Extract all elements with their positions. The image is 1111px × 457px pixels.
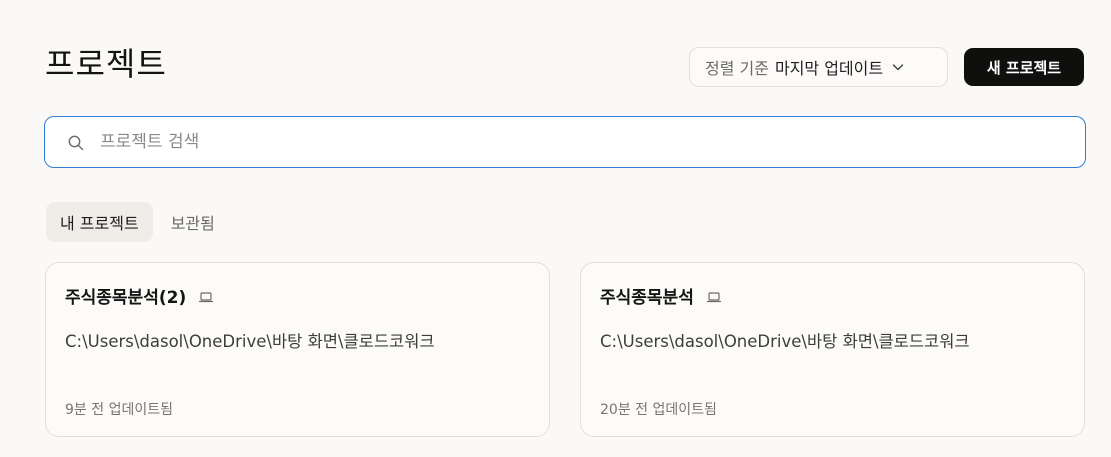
project-path: C:\Users\dasol\OneDrive\바탕 화면\클로드코워크 [65, 332, 435, 351]
project-tabs: 내 프로젝트 보관됨 [46, 202, 229, 242]
page-title: 프로젝트 [45, 45, 167, 83]
project-card[interactable]: 주식종목분석 C:\Users\dasol\OneDrive\바탕 화면\클로드… [580, 262, 1085, 437]
sort-prefix-label: 정렬 기준 [705, 59, 769, 78]
tab-my-projects[interactable]: 내 프로젝트 [46, 202, 153, 242]
project-name: 주식종목분석 [600, 288, 694, 308]
project-path: C:\Users\dasol\OneDrive\바탕 화면\클로드코워크 [600, 332, 970, 351]
project-updated-time: 9분 전 업데이트됨 [65, 402, 173, 418]
laptop-icon [198, 290, 214, 304]
project-name: 주식종목분석(2) [65, 288, 187, 308]
project-card-title: 주식종목분석 [600, 283, 722, 308]
chevron-down-icon [891, 60, 905, 74]
project-card-title: 주식종목분석(2) [65, 283, 214, 308]
sort-dropdown[interactable]: 정렬 기준 마지막 업데이트 [689, 47, 948, 87]
project-updated-time: 20분 전 업데이트됨 [600, 402, 717, 418]
sort-selected-value: 마지막 업데이트 [774, 59, 884, 78]
search-input[interactable] [100, 117, 1060, 167]
new-project-button[interactable]: 새 프로젝트 [964, 48, 1084, 86]
search-icon [67, 134, 85, 152]
projects-page: 프로젝트 정렬 기준 마지막 업데이트 새 프로젝트 내 프로젝트 보관됨 주식… [0, 0, 1111, 457]
laptop-icon [706, 290, 722, 304]
tab-archived[interactable]: 보관됨 [157, 202, 229, 242]
search-box[interactable] [44, 116, 1086, 168]
project-card[interactable]: 주식종목분석(2) C:\Users\dasol\OneDrive\바탕 화면\… [45, 262, 550, 437]
